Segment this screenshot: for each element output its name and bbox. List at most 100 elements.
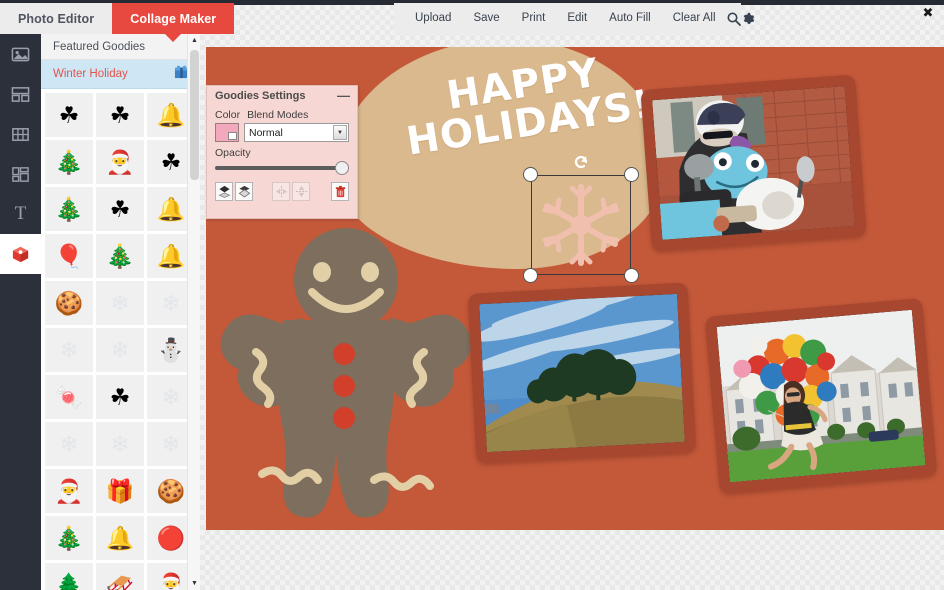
goody-holly-wreath[interactable]: ☘ (45, 93, 93, 137)
scrollbar-thumb[interactable] (190, 50, 199, 180)
chevron-down-icon[interactable]: ▼ (333, 125, 347, 140)
blend-mode-select[interactable]: Normal ▼ (244, 123, 349, 142)
candy-cane-icon: 🍬 (54, 383, 84, 410)
layouts-icon[interactable] (0, 74, 41, 114)
scroll-up-button[interactable]: ▲ (188, 34, 201, 47)
mode-tabs: Photo Editor Collage Maker (0, 3, 235, 42)
goodies-category-winter-holiday[interactable]: Winter Holiday (41, 60, 199, 89)
goody-christmas-tree[interactable]: 🎄 (45, 516, 93, 560)
holly-berries-icon: ☘ (160, 148, 182, 175)
delete-button[interactable] (331, 182, 349, 201)
goody-gold-ornament-bow[interactable]: 🎄 (45, 140, 93, 184)
gingerbread-cookie-icon: 🍪 (156, 477, 186, 504)
green-tree-icon: 🌲 (54, 571, 84, 590)
text-icon[interactable]: T (0, 194, 41, 234)
collage-icon[interactable] (0, 154, 41, 194)
blend-modes-label: Blend Modes (247, 109, 309, 121)
red-star-ornament-icon: 🎅 (54, 477, 84, 504)
photo-hillside-trees-image (479, 293, 685, 453)
goody-yellow-bell[interactable]: 🔔 (96, 516, 144, 560)
goody-gold-ball-holly[interactable]: 🎄 (45, 187, 93, 231)
tab-collage-maker-label: Collage Maker (130, 11, 217, 26)
print-button[interactable]: Print (511, 3, 557, 34)
snowflake-c-icon: ❄ (59, 336, 79, 363)
search-icon[interactable] (727, 3, 741, 34)
goodies-scroll-area[interactable]: ☘ ☘ 🔔 🎄 🎅 ☘ 🎄 ☘ 🔔 🎈 🎄 🔔 🍪 ❄ ❄ ❄ ❄ ⛄ 🍬 ☘ ❄ ❄ ❄ ❄ 🎅 🎁 🍪 🎄 🔔 🔴 🌲 🛷 🎅 (41, 89, 199, 590)
goody-snowflake-d[interactable]: ❄ (96, 328, 144, 372)
yellow-bell-icon: 🔔 (105, 524, 135, 551)
goodies-scrollbar[interactable]: ▲ ▼ (187, 34, 200, 590)
tab-photo-editor[interactable]: Photo Editor (0, 3, 113, 34)
snowflake-e-icon: ❄ (161, 383, 181, 410)
goody-gift-box[interactable]: 🎁 (96, 469, 144, 513)
opacity-slider[interactable] (215, 161, 349, 175)
goody-snowflake-g[interactable]: ❄ (96, 422, 144, 466)
send-to-back-button[interactable] (235, 182, 253, 201)
settings-dialog-header[interactable]: Goodies Settings — (207, 86, 357, 106)
goody-gingerbread-man[interactable]: 🍪 (45, 281, 93, 325)
images-icon[interactable] (0, 34, 41, 74)
minimize-button[interactable]: — (337, 89, 350, 102)
goody-pink-ornament[interactable]: 🎈 (45, 234, 93, 278)
close-icon[interactable]: ✖ (920, 5, 936, 21)
opacity-label: Opacity (215, 147, 251, 159)
goody-snowflake-c[interactable]: ❄ (45, 328, 93, 372)
snowflake-f-icon: ❄ (59, 430, 79, 457)
photo-scooter-rider-image (652, 86, 855, 240)
selected-snowflake-sticker[interactable] (523, 155, 639, 283)
gingerbread-man-sticker[interactable] (216, 222, 476, 522)
goodies-icon[interactable] (0, 234, 41, 274)
flip-vertical-button[interactable] (292, 182, 311, 201)
collage-maker-app: HAPPY HOLIDAYS! Photo Editor Collage Mak… (0, 0, 944, 590)
resize-handle-top-left[interactable] (523, 167, 538, 182)
grid-icon[interactable] (0, 114, 41, 154)
photo-balloons-houses[interactable] (704, 297, 938, 495)
photo-scooter-rider[interactable] (640, 74, 867, 252)
goody-red-ornaments[interactable]: 🎅 (96, 140, 144, 184)
save-button[interactable]: Save (462, 3, 510, 34)
snowflake-d-icon: ❄ (110, 336, 130, 363)
scroll-down-button[interactable]: ▼ (188, 577, 201, 590)
auto-fill-button[interactable]: Auto Fill (598, 3, 662, 34)
gold-bell-bow-icon: 🔔 (156, 101, 186, 128)
clear-all-button[interactable]: Clear All (662, 3, 727, 34)
tab-collage-maker[interactable]: Collage Maker (112, 3, 235, 42)
goodies-panel: Featured Goodies Winter Holiday ☘ ☘ 🔔 🎄 🎅 ☘ 🎄 ☘… (41, 34, 200, 590)
pink-ornament-icon: 🎈 (54, 242, 84, 269)
selection-bounding-box (531, 175, 631, 275)
rotate-handle[interactable] (572, 153, 590, 171)
goody-holly-sprig[interactable]: ☘ (96, 375, 144, 419)
color-swatch-button[interactable] (215, 123, 239, 142)
snowflake-b-icon: ❄ (161, 289, 181, 316)
flip-horizontal-button[interactable] (272, 182, 291, 201)
gold-bells-holly-icon: 🔔 (156, 195, 186, 222)
christmas-tree-icon: 🎄 (54, 524, 84, 551)
goody-candy-cane[interactable]: 🍬 (45, 375, 93, 419)
goody-green-tree[interactable]: 🌲 (45, 563, 93, 590)
photo-hillside-trees[interactable] (467, 282, 697, 464)
main-toolbar: Upload Save Print Edit Auto Fill Clear A… (394, 3, 754, 34)
red-bauble-icon: 🔴 (156, 524, 186, 551)
goody-snowflake-a[interactable]: ❄ (96, 281, 144, 325)
gear-icon[interactable] (741, 3, 755, 34)
opacity-slider-knob[interactable] (335, 161, 349, 175)
resize-handle-bottom-right[interactable] (624, 268, 639, 283)
snowman-icon: ⛄ (156, 336, 186, 363)
goody-pine-branch[interactable]: ☘ (96, 93, 144, 137)
goody-blue-ornament[interactable]: 🎄 (96, 234, 144, 278)
edit-button[interactable]: Edit (556, 3, 598, 34)
snowflake-g-icon: ❄ (110, 430, 130, 457)
settings-dialog-title: Goodies Settings (215, 90, 306, 102)
tab-photo-editor-label: Photo Editor (18, 11, 95, 26)
goodies-settings-dialog[interactable]: Goodies Settings — Color Blend Modes Nor… (206, 85, 358, 219)
goody-holly-leaves[interactable]: ☘ (96, 187, 144, 231)
resize-handle-top-right[interactable] (624, 167, 639, 182)
gold-ornament-bow-icon: 🎄 (54, 148, 84, 175)
bring-to-front-button[interactable] (215, 182, 233, 201)
upload-button[interactable]: Upload (404, 3, 462, 34)
goody-sleigh[interactable]: 🛷 (96, 563, 144, 590)
snowflake-a-icon: ❄ (110, 289, 130, 316)
goody-red-star-ornament[interactable]: 🎅 (45, 469, 93, 513)
resize-handle-bottom-left[interactable] (523, 268, 538, 283)
goody-snowflake-f[interactable]: ❄ (45, 422, 93, 466)
